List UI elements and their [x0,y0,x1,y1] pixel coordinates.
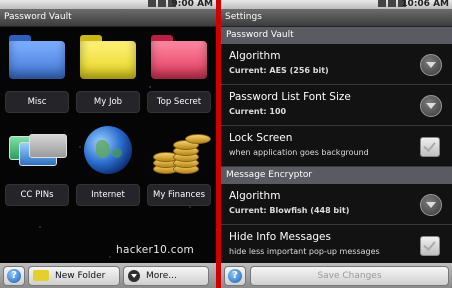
chevron-down-icon[interactable] [420,95,442,117]
new-folder-button[interactable]: New Folder [28,265,120,286]
setting-subtitle: Current: AES (256 bit) [229,66,329,75]
setting-subtitle: hide less important pop-up messages [229,247,380,256]
save-changes-button[interactable]: Save Changes [250,265,449,286]
settings-title: Settings [221,9,452,27]
globe-icon [84,126,132,174]
vault-item-misc[interactable]: Misc [3,27,71,113]
save-changes-label: Save Changes [317,270,382,281]
setting-title: Hide Info Messages [229,231,331,243]
vault-item-label: My Finances [147,184,211,206]
red-folder-icon [151,35,207,79]
password-vault-screen: 9:00 AM Password Vault Misc My Job Top S… [0,0,216,288]
setting-row-encryptor-algorithm[interactable]: Algorithm Current: Blowfish (448 bit) [221,184,452,225]
bottom-toolbar: ? New Folder More... [0,263,216,288]
status-bar: 10:06 AM [221,0,452,9]
setting-subtitle: Current: Blowfish (448 bit) [229,206,350,215]
vault-item-my-finances[interactable]: My Finances [145,120,213,206]
vault-item-label: My Job [76,91,140,113]
yellow-folder-icon [80,35,136,79]
setting-subtitle: Current: 100 [229,107,287,116]
setting-title: Password List Font Size [229,91,351,103]
vault-item-my-job[interactable]: My Job [74,27,142,113]
setting-row-lock-screen[interactable]: Lock Screen when application goes backgr… [221,126,452,167]
help-icon: ? [7,268,21,283]
signal-icon [158,0,166,7]
wifi-icon [378,0,386,7]
hide-info-checkbox[interactable] [420,236,440,256]
save-toolbar: ? Save Changes [221,263,452,288]
setting-row-hide-info[interactable]: Hide Info Messages hide less important p… [221,225,452,266]
status-bar: 9:00 AM [0,0,216,9]
watermark: hacker10.com [116,244,195,256]
vault-item-top-secret[interactable]: Top Secret [145,27,213,113]
vault-item-cc-pins[interactable]: CC PINs [3,120,71,206]
chevron-down-icon [128,269,140,282]
setting-title: Algorithm [229,190,281,202]
wifi-icon [148,0,156,7]
more-label: More... [146,270,177,281]
folder-icon [33,270,49,281]
vault-item-label: Top Secret [147,91,211,113]
help-icon: ? [228,268,242,283]
vault-grid: Misc My Job Top Secret CC PINs Internet … [0,27,216,263]
credit-cards-icon [9,134,67,170]
help-button[interactable]: ? [224,265,246,286]
section-header-password-vault: Password Vault [221,27,452,44]
setting-title: Lock Screen [229,132,293,144]
chevron-down-icon[interactable] [420,194,442,216]
section-header-message-encryptor: Message Encryptor [221,167,452,184]
setting-title: Algorithm [229,50,281,62]
more-button[interactable]: More... [123,265,209,286]
help-button[interactable]: ? [3,265,25,286]
setting-subtitle: when application goes background [229,148,369,157]
settings-screen: 10:06 AM Settings Password Vault Algorit… [221,0,452,288]
setting-row-font-size[interactable]: Password List Font Size Current: 100 [221,85,452,126]
vault-item-internet[interactable]: Internet [74,120,142,206]
vault-item-label: Internet [76,184,140,206]
vault-item-label: Misc [5,91,69,113]
chevron-down-icon[interactable] [420,54,442,76]
signal-icon [388,0,396,7]
app-title: Password Vault [0,9,216,27]
setting-row-algorithm[interactable]: Algorithm Current: AES (256 bit) [221,44,452,85]
blue-folder-icon [9,35,65,79]
status-time: 9:00 AM [171,0,213,9]
coins-icon [151,126,211,176]
status-time: 10:06 AM [401,0,449,9]
vault-item-label: CC PINs [5,184,69,206]
new-folder-label: New Folder [55,270,106,281]
lock-screen-checkbox[interactable] [420,137,440,157]
